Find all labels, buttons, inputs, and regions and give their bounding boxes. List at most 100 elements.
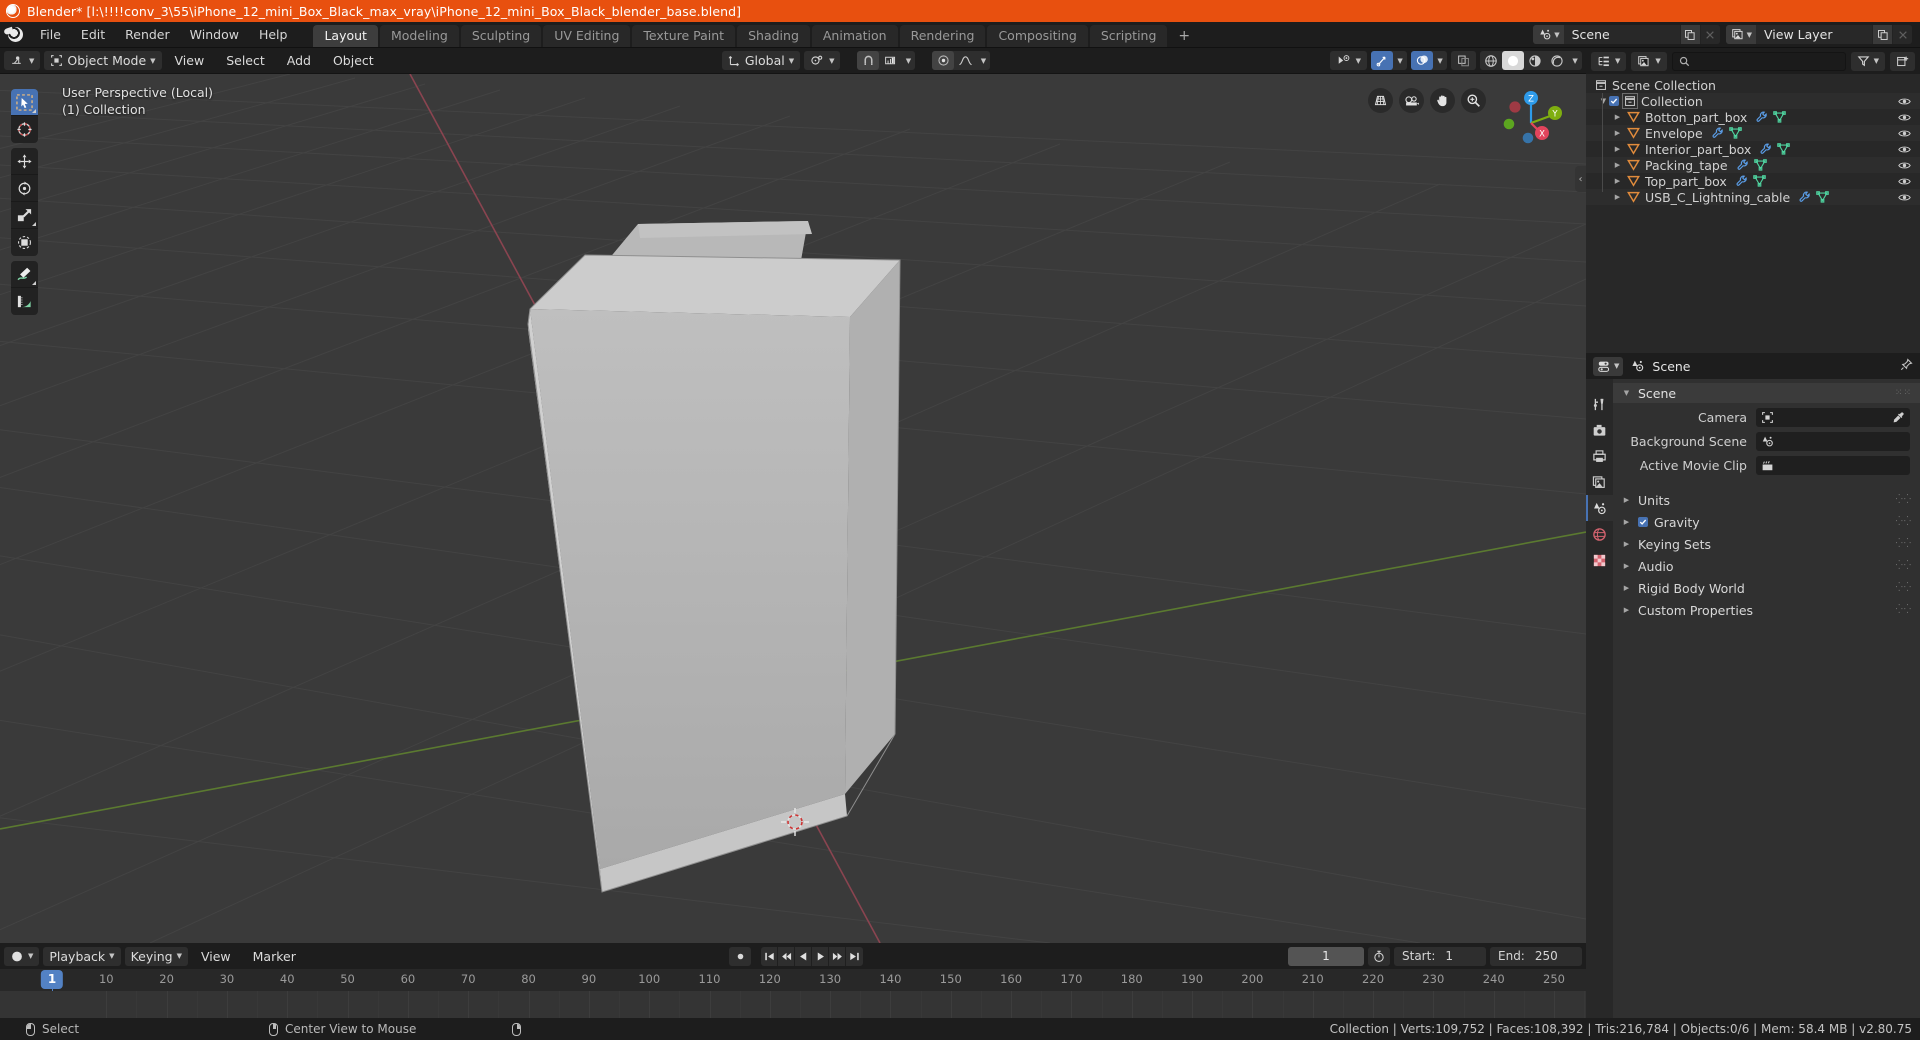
section-enable-checkbox[interactable] <box>1638 517 1648 527</box>
auto-keying-button[interactable] <box>729 946 752 966</box>
tab-layout[interactable]: Layout <box>313 25 378 47</box>
outliner-display-mode-button[interactable]: ▼ <box>1631 51 1667 71</box>
disclosure-triangle-icon[interactable]: ▶ <box>1612 193 1623 201</box>
mesh-data-icon[interactable] <box>1753 159 1767 171</box>
rendered-shading-button[interactable] <box>1546 51 1568 70</box>
tab-modeling[interactable]: Modeling <box>379 25 459 47</box>
viewport-menu-select[interactable]: Select <box>217 51 274 70</box>
properties-section-header[interactable]: ▶ Rigid Body World ⁛⁛ <box>1613 577 1920 599</box>
outliner-row-object[interactable]: ▶ USB_C_Lightning_cable <box>1586 189 1920 205</box>
unlink-scene-button[interactable] <box>1699 25 1720 44</box>
new-scene-button[interactable] <box>1679 25 1700 44</box>
cursor-tool-button[interactable] <box>11 116 38 143</box>
outliner-row-object[interactable]: ▶ Packing_tape <box>1586 157 1920 173</box>
background-scene-field[interactable] <box>1756 432 1910 451</box>
transform-orientation-selector[interactable]: Global ▼ <box>721 51 801 70</box>
tab-scripting[interactable]: Scripting <box>1089 25 1168 47</box>
outliner-row-object[interactable]: ▶ Envelope <box>1586 125 1920 141</box>
viewport-menu-view[interactable]: View <box>166 51 214 70</box>
new-view-layer-button[interactable] <box>1872 25 1892 44</box>
outliner-row-scene-collection[interactable]: Scene Collection <box>1586 77 1920 93</box>
menu-file[interactable]: File <box>30 22 71 48</box>
wireframe-shading-button[interactable] <box>1480 51 1502 70</box>
object-visibility-toggle[interactable] <box>1898 127 1911 142</box>
timeline-playhead-badge[interactable]: 1 <box>40 970 64 989</box>
outliner-row-object[interactable]: ▶ Top_part_box <box>1586 173 1920 189</box>
properties-editor-type-button[interactable]: ▼ <box>1593 356 1624 376</box>
modifier-wrench-icon[interactable] <box>1799 191 1811 203</box>
outliner-row-collection[interactable]: ▼ Collection <box>1586 93 1920 109</box>
disclosure-triangle-icon[interactable]: ▶ <box>1621 584 1632 592</box>
camera-view-button[interactable] <box>1399 88 1424 113</box>
object-visibility-toggle[interactable] <box>1898 143 1911 158</box>
viewport-3d[interactable]: User Perspective (Local) (1) Collection <box>0 74 1586 943</box>
outliner-editor-type-button[interactable]: ▼ <box>1591 51 1627 71</box>
modifier-wrench-icon[interactable] <box>1736 175 1748 187</box>
outliner-filter-button[interactable]: ▼ <box>1850 51 1885 71</box>
end-frame-field[interactable]: End: 250 <box>1490 946 1582 966</box>
scene-selector[interactable]: ▼ Scene <box>1533 25 1720 44</box>
gizmo-options-button[interactable]: ▼ <box>1393 51 1407 70</box>
collection-visibility-toggle[interactable] <box>1898 95 1911 110</box>
toggle-perspective-button[interactable] <box>1368 88 1393 113</box>
camera-field[interactable] <box>1756 408 1910 427</box>
mesh-data-icon[interactable] <box>1753 175 1766 187</box>
outliner-row-object[interactable]: ▶ Interior_part_box <box>1586 141 1920 157</box>
panel-drag-grip[interactable]: ⁛⁛ <box>1896 561 1920 571</box>
mesh-data-icon[interactable] <box>1728 127 1742 139</box>
object-visibility-toggle[interactable] <box>1898 191 1911 206</box>
disclosure-triangle-icon[interactable]: ▶ <box>1612 113 1623 121</box>
panel-drag-grip[interactable]: ⁛⁛ <box>1896 583 1920 593</box>
panel-drag-grip[interactable]: ⁙⁙ <box>1895 388 1920 398</box>
mesh-data-icon[interactable] <box>1773 111 1787 123</box>
disclosure-triangle-icon[interactable]: ▶ <box>1621 540 1632 548</box>
xray-toggle[interactable] <box>1451 51 1477 70</box>
snap-options-button[interactable]: ▼ <box>901 51 915 70</box>
tab-uv-editing[interactable]: UV Editing <box>543 25 631 47</box>
start-frame-field[interactable]: Start: 1 <box>1394 946 1486 966</box>
properties-section-header[interactable]: ▶ Keying Sets ⁛⁛ <box>1613 533 1920 555</box>
disclosure-triangle-icon[interactable]: ▶ <box>1612 129 1623 137</box>
object-visibility-toggle[interactable] <box>1898 111 1911 126</box>
transform-tool-button[interactable] <box>11 229 38 256</box>
viewport-menu-object[interactable]: Object <box>324 51 383 70</box>
add-workspace-button[interactable]: + <box>1169 25 1199 47</box>
properties-section-header[interactable]: ▶ Units ⁛⁛ <box>1613 489 1920 511</box>
tab-rendering[interactable]: Rendering <box>899 25 986 47</box>
view-layer-name[interactable]: View Layer <box>1756 25 1872 44</box>
modifier-wrench-icon[interactable] <box>1737 159 1749 171</box>
modifier-wrench-icon[interactable] <box>1712 127 1724 139</box>
panel-drag-grip[interactable]: ⁛⁛ <box>1896 605 1920 615</box>
tab-animation[interactable]: Animation <box>811 25 898 47</box>
use-preview-range-button[interactable] <box>1368 946 1390 966</box>
show-gizmo-toggle[interactable] <box>1371 51 1394 70</box>
object-mode-selector[interactable]: Object Mode ▼ <box>44 51 162 70</box>
jump-to-end-button[interactable] <box>846 947 863 966</box>
snap-toggle-button[interactable] <box>857 51 880 70</box>
snap-target-button[interactable] <box>879 51 901 70</box>
keying-menu[interactable]: Keying ▼ <box>124 946 188 966</box>
viewport-menu-add[interactable]: Add <box>278 51 320 70</box>
jump-to-start-button[interactable] <box>761 946 779 966</box>
properties-section-header[interactable]: ▶ Gravity ⁛⁛ <box>1613 511 1920 533</box>
modifier-wrench-icon[interactable] <box>1760 143 1772 155</box>
disclosure-triangle-icon[interactable]: ▶ <box>1612 161 1623 169</box>
object-visibility-toggle[interactable] <box>1898 159 1911 174</box>
visibility-selector[interactable]: ▼ <box>1329 51 1368 70</box>
scene-panel-header[interactable]: ▼ Scene ⁙⁙ <box>1613 383 1920 403</box>
new-collection-button[interactable] <box>1890 51 1915 71</box>
tab-scene[interactable] <box>1586 495 1613 521</box>
menu-window[interactable]: Window <box>180 22 249 48</box>
disclosure-triangle-icon[interactable]: ▶ <box>1621 562 1632 570</box>
show-overlays-toggle[interactable] <box>1411 51 1434 70</box>
tab-sculpting[interactable]: Sculpting <box>460 25 542 47</box>
tab-texture-paint[interactable]: Texture Paint <box>632 25 736 47</box>
zoom-view-button[interactable] <box>1461 88 1486 113</box>
disclosure-triangle-icon[interactable]: ▼ <box>1621 389 1632 397</box>
disclosure-triangle-icon[interactable]: ▶ <box>1612 177 1623 185</box>
outliner-search-input[interactable] <box>1671 51 1846 71</box>
view-layer-browse-button[interactable]: ▼ <box>1725 25 1756 44</box>
menu-help[interactable]: Help <box>249 22 298 48</box>
outliner-row-object[interactable]: ▶ Botton_part_box <box>1586 109 1920 125</box>
sidebar-expand-arrow[interactable]: ‹ <box>1575 166 1586 192</box>
